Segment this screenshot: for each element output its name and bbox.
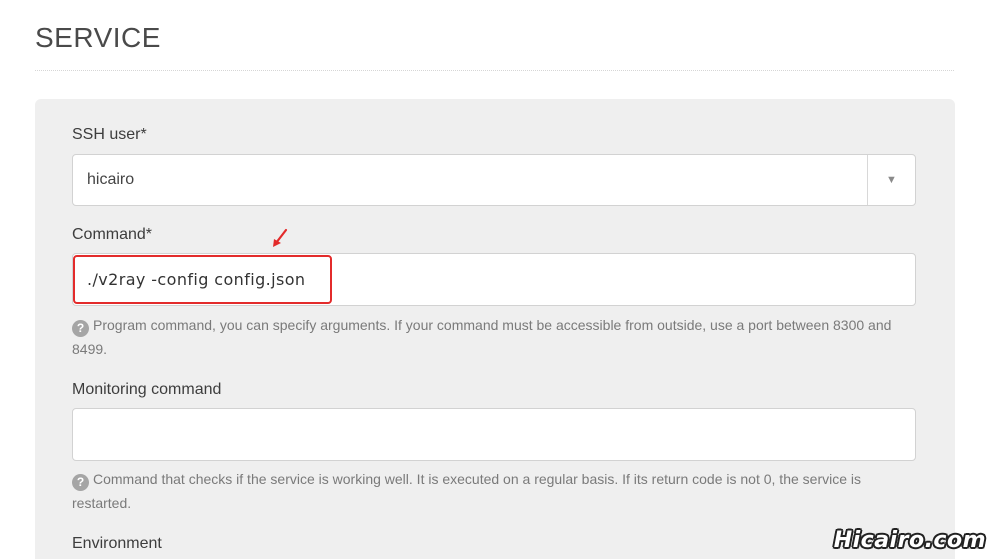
ssh-user-selected-value: hicairo <box>87 171 135 188</box>
page: SERVICE SSH user* hicairo ▼ Command* ./v… <box>0 0 992 559</box>
question-circle-icon: ? <box>72 474 89 491</box>
command-input-value: ./v2ray -config config.json <box>87 270 306 289</box>
watermark: Hicairo.com <box>833 528 986 553</box>
command-help-text: ? Program command, you can specify argume… <box>72 313 918 361</box>
ssh-user-label: SSH user* <box>72 126 147 143</box>
monitoring-command-input[interactable] <box>72 408 916 461</box>
monitoring-help-body: Command that checks if the service is wo… <box>72 471 862 511</box>
title-divider <box>35 70 954 71</box>
monitoring-command-label: Monitoring command <box>72 381 222 398</box>
monitoring-help-text: ? Command that checks if the service is w… <box>72 467 918 515</box>
section-title: SERVICE <box>35 22 161 53</box>
ssh-user-select[interactable]: hicairo ▼ <box>72 154 916 206</box>
command-help-body: Program command, you can specify argumen… <box>72 317 892 357</box>
question-circle-icon: ? <box>72 320 89 337</box>
command-label: Command* <box>72 226 153 243</box>
annotation-arrow-icon <box>273 228 288 247</box>
environment-label: Environment <box>72 535 162 552</box>
caret-down-icon[interactable]: ▼ <box>868 155 915 205</box>
command-input[interactable]: ./v2ray -config config.json <box>72 253 916 306</box>
